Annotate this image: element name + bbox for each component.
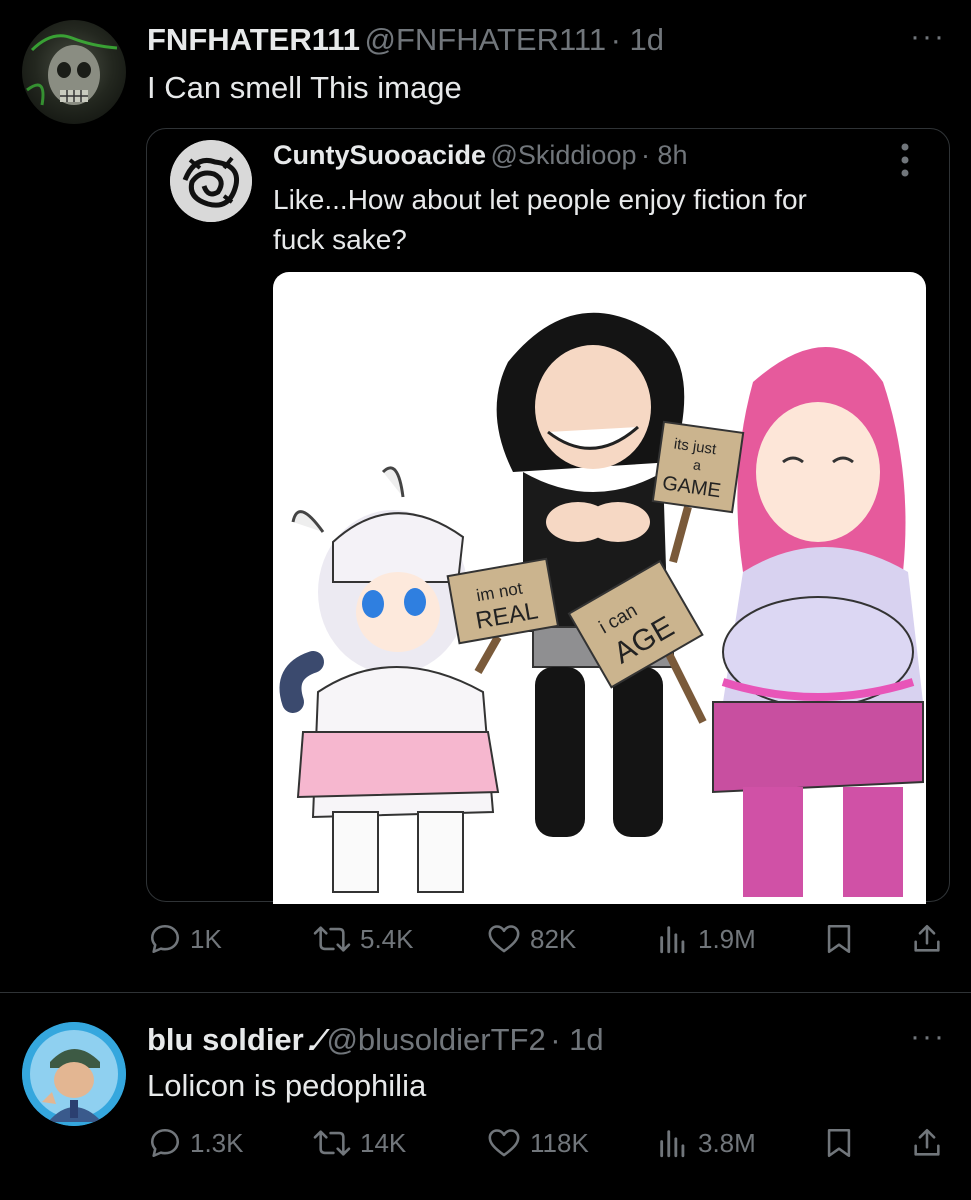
- scribble-avatar-image: [170, 140, 252, 222]
- more-options-icon[interactable]: ···: [910, 1020, 946, 1054]
- quoted-text-line-1: Like...How about let people enjoy fictio…: [273, 184, 807, 215]
- right-character: [712, 347, 924, 897]
- tweet-header: blu soldier .⁄ @blusoldierTF2 · 1d: [147, 1022, 604, 1058]
- timestamp[interactable]: · 1d: [611, 22, 664, 57]
- reply-button[interactable]: 1K: [148, 922, 222, 956]
- tweet-header: FNFHATER111 @FNFHATER111 · 1d: [147, 22, 664, 58]
- user-handle[interactable]: @blusoldierTF2: [326, 1022, 545, 1057]
- left-character: [279, 466, 500, 893]
- bookmark-icon: [827, 924, 851, 954]
- bookmark-icon: [827, 1128, 851, 1158]
- like-count: 82K: [530, 923, 577, 954]
- reply-count: 1.3K: [190, 1127, 244, 1158]
- quoted-text-line-2: fuck sake?: [273, 224, 407, 255]
- repost-icon: [313, 926, 351, 952]
- repost-count: 5.4K: [360, 923, 414, 954]
- repost-count: 14K: [360, 1127, 407, 1158]
- repost-button[interactable]: 14K: [312, 1126, 406, 1160]
- quoted-text: Like...How about let people enjoy fictio…: [273, 180, 807, 260]
- timestamp[interactable]: · 1d: [550, 1022, 603, 1057]
- views-count: 3.8M: [698, 1127, 756, 1158]
- views-chart-icon: [660, 926, 685, 954]
- heart-icon: [488, 1129, 520, 1157]
- sign-its-just-a-game: its just a GAME: [651, 420, 745, 564]
- name-suffix: .⁄: [308, 1022, 322, 1057]
- quoted-more-icon[interactable]: [900, 142, 910, 183]
- soldier-avatar-image: [22, 1022, 126, 1126]
- like-button[interactable]: 82K: [486, 922, 576, 956]
- reply-icon: [150, 1128, 180, 1158]
- heart-icon: [488, 925, 520, 953]
- bookmark-button[interactable]: [822, 922, 856, 956]
- quoted-avatar[interactable]: [170, 140, 252, 222]
- views-button[interactable]: 3.8M: [656, 1126, 756, 1160]
- reply-count: 1K: [190, 923, 222, 954]
- like-count: 118K: [530, 1127, 589, 1158]
- illustration: im not REAL its just a GAME i can AGE: [279, 312, 924, 897]
- skull-avatar-image: [26, 34, 118, 106]
- like-button[interactable]: 118K: [486, 1126, 589, 1160]
- tweet-text: Lolicon is pedophilia: [147, 1068, 427, 1103]
- tweet-divider: [0, 992, 971, 993]
- quoted-header: CuntySuooacide @Skiddioop · 8h: [273, 140, 687, 171]
- reply-icon: [150, 924, 180, 954]
- avatar[interactable]: [22, 20, 126, 124]
- quoted-media-image[interactable]: im not REAL its just a GAME i can AGE: [273, 272, 926, 904]
- quoted-handle[interactable]: @Skiddioop: [490, 140, 636, 170]
- avatar[interactable]: [22, 1022, 126, 1126]
- reply-button[interactable]: 1.3K: [148, 1126, 244, 1160]
- views-button[interactable]: 1.9M: [656, 922, 756, 956]
- display-name[interactable]: FNFHATER111: [147, 22, 360, 57]
- display-name[interactable]: blu soldier: [147, 1022, 304, 1057]
- share-button[interactable]: [910, 1126, 944, 1160]
- repost-icon: [313, 1130, 351, 1156]
- quoted-display-name[interactable]: CuntySuooacide: [273, 140, 486, 170]
- repost-button[interactable]: 5.4K: [312, 922, 414, 956]
- views-count: 1.9M: [698, 923, 756, 954]
- bookmark-button[interactable]: [822, 1126, 856, 1160]
- share-button[interactable]: [910, 922, 944, 956]
- views-chart-icon: [660, 1130, 685, 1158]
- share-icon: [914, 1128, 940, 1156]
- quoted-timestamp[interactable]: · 8h: [641, 140, 688, 170]
- tweet-text: I Can smell This image: [147, 70, 462, 105]
- share-icon: [914, 924, 940, 952]
- user-handle[interactable]: @FNFHATER111: [365, 22, 607, 57]
- more-options-icon[interactable]: ···: [910, 20, 946, 54]
